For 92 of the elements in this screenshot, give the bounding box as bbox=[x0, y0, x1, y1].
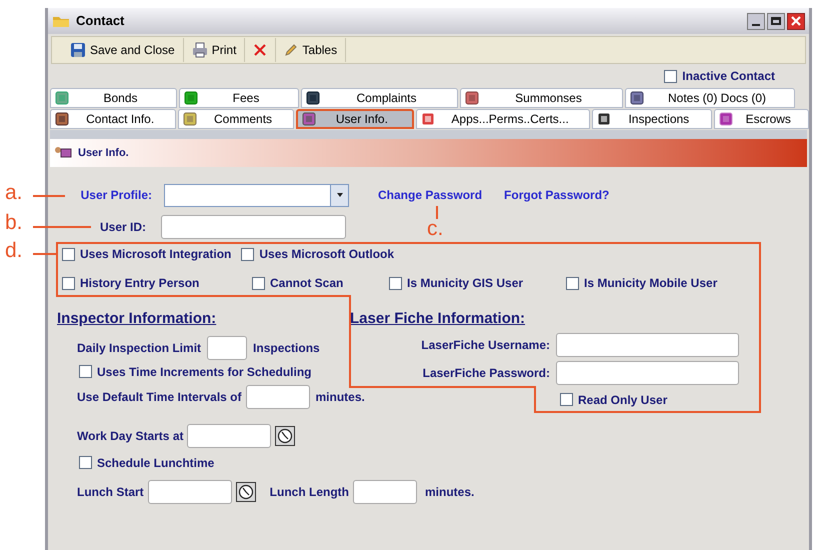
leader-line bbox=[33, 195, 65, 197]
change-password-link[interactable]: Change Password bbox=[378, 186, 482, 204]
annotation-label: a. bbox=[5, 182, 23, 203]
checkbox-label: Read Only User bbox=[578, 392, 668, 408]
checkbox[interactable] bbox=[560, 393, 573, 406]
tab-icon bbox=[630, 91, 644, 105]
tab-icon bbox=[306, 91, 320, 105]
checkbox-label: Uses Time Increments for Scheduling bbox=[97, 364, 312, 380]
annotation-label: c. bbox=[427, 218, 444, 239]
tab[interactable]: User Info. bbox=[296, 109, 414, 129]
user-computer-icon bbox=[54, 146, 72, 160]
input-field[interactable] bbox=[556, 332, 739, 356]
tab[interactable]: Apps...Perms..Certs... bbox=[416, 109, 590, 129]
toolbar-button[interactable]: Save and Close bbox=[62, 38, 184, 62]
checkbox-label: Cannot Scan bbox=[270, 275, 344, 292]
checkbox-label: Uses Microsoft Integration bbox=[80, 246, 232, 263]
input-field[interactable] bbox=[148, 480, 232, 504]
input-field[interactable] bbox=[246, 384, 310, 408]
tab[interactable]: Inspections bbox=[592, 109, 712, 129]
checkbox[interactable] bbox=[62, 276, 75, 290]
tab-icon bbox=[597, 112, 612, 126]
checkbox[interactable] bbox=[62, 248, 75, 260]
tab[interactable]: Bonds bbox=[50, 88, 177, 108]
tab-icon bbox=[183, 112, 198, 126]
checkbox[interactable] bbox=[252, 276, 265, 290]
tab[interactable]: Contact Info. bbox=[50, 109, 176, 129]
tab[interactable]: Complaints bbox=[301, 88, 458, 108]
close-button[interactable] bbox=[787, 12, 805, 30]
clock-icon[interactable] bbox=[236, 482, 256, 502]
toolbar-button[interactable]: Print bbox=[184, 38, 246, 62]
checkbox[interactable] bbox=[79, 456, 92, 469]
field-label: Lunch Start bbox=[77, 484, 144, 500]
tab-icon bbox=[421, 112, 436, 126]
field-label: LaserFiche Username: bbox=[420, 336, 550, 354]
checkbox-label: Is Municity Mobile User bbox=[584, 275, 718, 292]
user-profile-dropdown[interactable] bbox=[164, 184, 349, 206]
field-label: User ID: bbox=[100, 219, 146, 236]
toolbar-button[interactable]: Tables bbox=[276, 38, 346, 62]
close-icon bbox=[791, 16, 801, 26]
clock-icon[interactable] bbox=[275, 426, 296, 446]
tab[interactable]: Fees bbox=[179, 88, 299, 108]
forgot-password-link[interactable]: Forgot Password? bbox=[504, 186, 610, 204]
checkbox[interactable] bbox=[389, 276, 402, 290]
field-label: User Profile: bbox=[80, 187, 152, 204]
tab-icon bbox=[465, 91, 479, 105]
delete-icon bbox=[253, 43, 268, 57]
maximize-button[interactable] bbox=[767, 12, 785, 30]
checkbox[interactable] bbox=[79, 365, 92, 378]
field-label: Work Day Starts at bbox=[77, 428, 184, 444]
caret-icon bbox=[336, 193, 342, 197]
annotation-label: b. bbox=[5, 212, 23, 233]
section-heading: Laser Fiche Information: bbox=[350, 309, 526, 329]
pencil-icon bbox=[284, 43, 298, 57]
window-title: Contact bbox=[76, 12, 124, 30]
annotation-label: d. bbox=[5, 240, 23, 261]
checkbox[interactable] bbox=[241, 248, 254, 260]
tab-icon bbox=[302, 112, 316, 126]
input-field[interactable] bbox=[353, 480, 417, 504]
input-field[interactable] bbox=[556, 360, 739, 384]
leader-line bbox=[436, 206, 438, 219]
checkbox-label: History Entry Person bbox=[80, 275, 200, 292]
field-label: Lunch Length bbox=[270, 484, 349, 500]
tab-icon bbox=[55, 91, 69, 105]
checkbox[interactable] bbox=[664, 70, 678, 82]
user-id-field[interactable] bbox=[161, 215, 346, 239]
unit-label: minutes. bbox=[316, 388, 365, 406]
unit-label: Inspections bbox=[253, 340, 320, 356]
field-label: Daily Inspection Limit bbox=[77, 340, 202, 356]
input-field[interactable] bbox=[207, 336, 248, 360]
tab[interactable]: Summonses bbox=[460, 88, 623, 108]
minimize-button[interactable] bbox=[747, 12, 765, 30]
checkbox-label: Is Municity GIS User bbox=[407, 275, 524, 292]
field-label: LaserFiche Password: bbox=[422, 364, 550, 382]
tab[interactable]: Notes (0) Docs (0) bbox=[625, 88, 795, 108]
tab[interactable]: Escrows bbox=[714, 109, 809, 129]
checkbox[interactable] bbox=[566, 276, 579, 290]
leader-line bbox=[33, 226, 91, 228]
tab-icon bbox=[184, 91, 198, 105]
tab[interactable]: Comments bbox=[178, 109, 294, 129]
printer-icon bbox=[192, 42, 208, 58]
checkbox-label: Inactive Contact bbox=[682, 68, 775, 85]
input-field[interactable] bbox=[187, 424, 272, 448]
checkbox-label: Uses Microsoft Outlook bbox=[259, 246, 394, 263]
checkbox-label: Schedule Lunchtime bbox=[97, 454, 214, 472]
folder-icon bbox=[52, 14, 70, 28]
unit-label: minutes. bbox=[425, 484, 474, 500]
section-heading: Inspector Information: bbox=[57, 309, 218, 329]
leader-line bbox=[33, 253, 57, 255]
section-title: User Info. bbox=[78, 146, 129, 161]
tab-icon bbox=[718, 112, 732, 126]
field-label: Use Default Time Intervals of bbox=[77, 388, 242, 406]
tab-icon bbox=[55, 112, 69, 126]
